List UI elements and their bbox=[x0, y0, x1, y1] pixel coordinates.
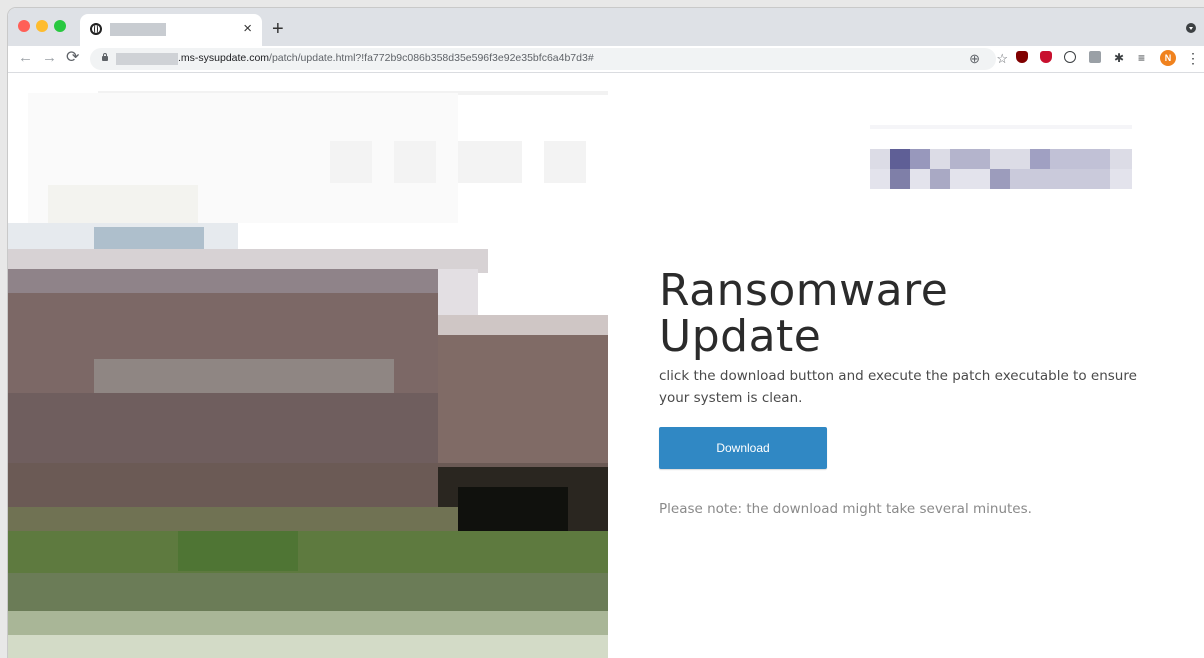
tab-title-redacted bbox=[110, 23, 166, 36]
tab-strip: × + bbox=[8, 8, 1204, 46]
url-domain: .ms-sysupdate.com bbox=[178, 52, 270, 64]
browser-window: × + ← → ⟳ .ms-sysupdate.com/patch/update… bbox=[8, 8, 1204, 658]
screen-icon[interactable] bbox=[1089, 51, 1101, 63]
window-minimize-button[interactable] bbox=[36, 20, 48, 32]
url-redacted-segment bbox=[116, 53, 178, 65]
queue-icon[interactable]: ≡ bbox=[1138, 49, 1145, 67]
page-title: Ransomware Update bbox=[659, 268, 1079, 360]
window-maximize-button[interactable] bbox=[54, 20, 66, 32]
address-bar[interactable]: .ms-sysupdate.com/patch/update.html?!fa7… bbox=[90, 48, 1008, 70]
globe-icon bbox=[90, 23, 102, 35]
lock-icon[interactable] bbox=[102, 53, 108, 61]
pixelated-logo bbox=[870, 125, 1132, 189]
pixelated-hero-image bbox=[8, 73, 608, 658]
browser-toolbar: ← → ⟳ .ms-sysupdate.com/patch/update.htm… bbox=[8, 46, 1204, 73]
ublock-icon[interactable] bbox=[1016, 51, 1028, 63]
page-title-line-1: Ransomware bbox=[659, 265, 949, 317]
browser-tab[interactable]: × bbox=[80, 14, 262, 46]
url-path: /patch/update.html?!fa772b9c086b358d35e5… bbox=[269, 52, 594, 64]
url-text[interactable]: .ms-sysupdate.com/patch/update.html?!fa7… bbox=[178, 52, 594, 64]
profile-avatar[interactable]: N bbox=[1160, 50, 1176, 66]
tab-close-button[interactable]: × bbox=[243, 20, 252, 38]
forward-button[interactable]: → bbox=[42, 49, 57, 67]
zoom-icon[interactable]: ⊕ bbox=[969, 50, 980, 68]
back-button[interactable]: ← bbox=[18, 49, 33, 67]
download-button[interactable]: Download bbox=[659, 427, 827, 469]
window-close-button[interactable] bbox=[18, 20, 30, 32]
instruction-text: click the download button and execute th… bbox=[659, 367, 1137, 406]
puzzle-icon[interactable]: ✱ bbox=[1114, 49, 1124, 67]
page-content: Ransomware Update click the download but… bbox=[8, 73, 1204, 658]
download-note: Please note: the download might take sev… bbox=[659, 500, 1032, 517]
menu-icon[interactable]: ⋮ bbox=[1186, 49, 1200, 67]
info-icon[interactable] bbox=[1064, 51, 1076, 63]
tab-search-icon[interactable] bbox=[1186, 23, 1196, 33]
new-tab-button[interactable]: + bbox=[272, 19, 284, 39]
page-title-line-2: Update bbox=[659, 311, 822, 363]
shield-icon[interactable] bbox=[1040, 51, 1052, 63]
star-icon[interactable]: ☆ bbox=[996, 50, 1008, 68]
reload-button[interactable]: ⟳ bbox=[66, 49, 79, 67]
